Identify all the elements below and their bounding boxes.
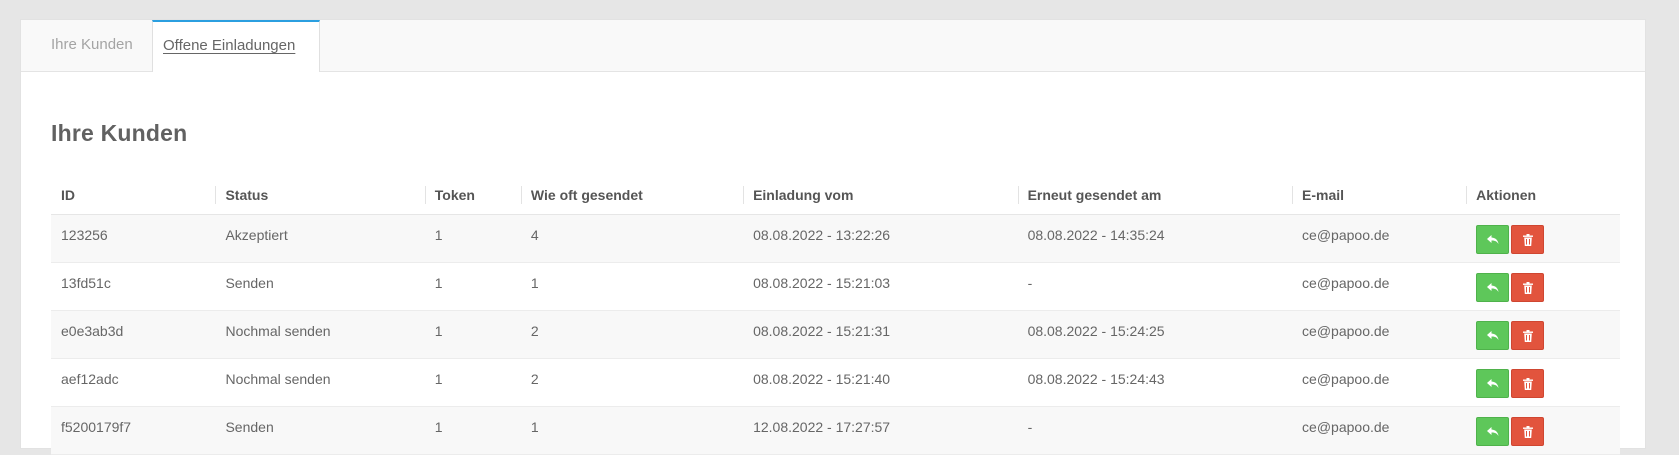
column-header-sent-count[interactable]: Wie oft gesendet <box>520 176 744 215</box>
tab-offene-einladungen[interactable]: Offene Einladungen <box>152 20 320 72</box>
cell-id: e0e3ab3d <box>51 310 216 359</box>
delete-button[interactable] <box>1511 273 1545 302</box>
cell-resent: 08.08.2022 - 15:24:43 <box>1017 358 1293 407</box>
table-row: 123256 Akzeptiert 1 4 08.08.2022 - 13:22… <box>51 214 1620 263</box>
cell-email: ce@papoo.de <box>1292 310 1467 359</box>
column-header-actions: Aktionen <box>1466 176 1620 215</box>
resend-button[interactable] <box>1476 417 1510 446</box>
column-header-resent[interactable]: Erneut gesendet am <box>1017 176 1293 215</box>
column-header-status[interactable]: Status <box>215 176 425 215</box>
cell-resent: 08.08.2022 - 14:35:24 <box>1017 214 1293 263</box>
cell-email: ce@papoo.de <box>1292 358 1467 407</box>
trash-icon <box>1522 233 1533 246</box>
cell-actions <box>1466 310 1620 359</box>
cell-status: Nochmal senden <box>215 358 425 407</box>
cell-invited: 08.08.2022 - 15:21:31 <box>743 310 1018 359</box>
column-header-token[interactable]: Token <box>424 176 521 215</box>
cell-status: Akzeptiert <box>215 214 425 263</box>
content-panel: Ihre Kunden Offene Einladungen Ihre Kund… <box>20 19 1646 455</box>
resend-button[interactable] <box>1476 273 1510 302</box>
cell-token: 1 <box>424 310 521 359</box>
cell-sent-count: 2 <box>520 310 744 359</box>
table-row: aef12adc Nochmal senden 1 2 08.08.2022 -… <box>51 358 1620 407</box>
table-row: 13fd51c Senden 1 1 08.08.2022 - 15:21:03… <box>51 262 1620 311</box>
cell-id: 123256 <box>51 214 216 263</box>
cell-sent-count: 2 <box>520 358 744 407</box>
cell-resent: 08.08.2022 - 15:24:25 <box>1017 310 1293 359</box>
reply-icon <box>1486 282 1499 292</box>
reply-icon <box>1486 330 1499 340</box>
page-title: Ihre Kunden <box>51 120 188 146</box>
table-header-row: ID Status Token Wie oft gesendet Einladu… <box>51 176 1620 215</box>
cell-actions <box>1466 214 1620 263</box>
cell-email: ce@papoo.de <box>1292 214 1467 263</box>
cell-token: 1 <box>424 262 521 311</box>
resend-button[interactable] <box>1476 225 1510 254</box>
cell-id: aef12adc <box>51 358 216 407</box>
tab-ihre-kunden[interactable]: Ihre Kunden <box>41 20 143 72</box>
cell-email: ce@papoo.de <box>1292 262 1467 311</box>
cell-id: 13fd51c <box>51 262 216 311</box>
cell-invited: 08.08.2022 - 15:21:03 <box>743 262 1018 311</box>
trash-icon <box>1522 329 1533 342</box>
column-header-email[interactable]: E-mail <box>1292 176 1467 215</box>
trash-icon <box>1522 281 1533 294</box>
table-row: e0e3ab3d Nochmal senden 1 2 08.08.2022 -… <box>51 310 1620 359</box>
cell-actions <box>1466 358 1620 407</box>
tab-bar: Ihre Kunden Offene Einladungen <box>21 20 1645 72</box>
trash-icon <box>1522 377 1533 390</box>
cell-status: Senden <box>215 262 425 311</box>
cell-invited: 08.08.2022 - 13:22:26 <box>743 214 1018 263</box>
resend-button[interactable] <box>1476 369 1510 398</box>
cell-resent: - <box>1017 262 1293 311</box>
cell-actions <box>1466 262 1620 311</box>
delete-button[interactable] <box>1511 225 1545 254</box>
resend-button[interactable] <box>1476 321 1510 350</box>
reply-icon <box>1486 378 1499 388</box>
delete-button[interactable] <box>1511 369 1545 398</box>
cell-sent-count: 1 <box>520 262 744 311</box>
trash-icon <box>1522 425 1533 438</box>
delete-button[interactable] <box>1511 417 1545 446</box>
customers-table: ID Status Token Wie oft gesendet Einladu… <box>51 176 1620 455</box>
cell-sent-count: 4 <box>520 214 744 263</box>
cell-token: 1 <box>424 214 521 263</box>
cell-status: Nochmal senden <box>215 310 425 359</box>
delete-button[interactable] <box>1511 321 1545 350</box>
reply-icon <box>1486 234 1499 244</box>
cell-invited: 08.08.2022 - 15:21:40 <box>743 358 1018 407</box>
column-header-id[interactable]: ID <box>51 176 216 215</box>
cell-token: 1 <box>424 358 521 407</box>
column-header-invited[interactable]: Einladung vom <box>743 176 1018 215</box>
reply-icon <box>1486 426 1499 436</box>
